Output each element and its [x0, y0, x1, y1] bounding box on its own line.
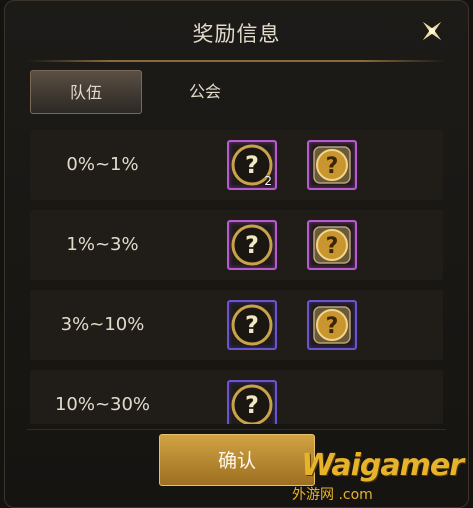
reward-info-dialog: 奖励信息 队伍 公会 0%~1% ? 2 ? 1%~3% ? ? 3%~10% … [4, 0, 469, 508]
mystery-chest-icon: ? [231, 224, 273, 266]
tab-guild[interactable]: 公会 [160, 70, 250, 114]
reward-item[interactable]: ? [227, 220, 277, 270]
svg-text:?: ? [326, 154, 339, 179]
svg-text:?: ? [245, 311, 259, 339]
mystery-gold-chest-icon: ? [313, 306, 351, 344]
reward-row: 1%~3% ? ? [30, 210, 443, 280]
svg-text:?: ? [326, 234, 339, 259]
reward-row: 3%~10% ? ? [30, 290, 443, 360]
reward-item[interactable]: ? [227, 380, 277, 424]
reward-item[interactable]: ? [307, 220, 357, 270]
close-icon [422, 21, 442, 41]
mystery-gold-chest-icon: ? [313, 146, 351, 184]
watermark-logo: Waigamer [301, 448, 464, 483]
rank-range: 10%~30% [54, 394, 151, 415]
reward-item[interactable]: ? 2 [227, 140, 277, 190]
rank-range: 0%~1% [66, 154, 139, 175]
dialog-title: 奖励信息 [192, 22, 281, 46]
svg-text:?: ? [245, 151, 259, 179]
reward-row: 10%~30% ? [30, 370, 443, 424]
svg-text:?: ? [245, 231, 259, 259]
tab-team[interactable]: 队伍 [30, 70, 142, 114]
mystery-gold-chest-icon: ? [313, 226, 351, 264]
reward-item[interactable]: ? [307, 300, 357, 350]
bottom-divider [27, 429, 446, 430]
mystery-chest-icon: ? [231, 384, 273, 424]
reward-row: 0%~1% ? 2 ? [30, 130, 443, 200]
confirm-button[interactable]: 确认 [159, 434, 315, 486]
svg-text:?: ? [326, 314, 339, 339]
rank-range: 1%~3% [66, 234, 139, 255]
rank-range: 3%~10% [60, 314, 145, 335]
watermark-subtext: 外游网 .com [292, 487, 373, 503]
title-divider [27, 60, 446, 62]
item-count: 2 [264, 174, 272, 188]
svg-text:?: ? [245, 391, 259, 419]
reward-item[interactable]: ? [307, 140, 357, 190]
reward-item[interactable]: ? [227, 300, 277, 350]
reward-list[interactable]: 0%~1% ? 2 ? 1%~3% ? ? 3%~10% ? ? 10%~30%… [30, 126, 443, 424]
close-button[interactable] [416, 15, 448, 47]
mystery-chest-icon: ? [231, 304, 273, 346]
